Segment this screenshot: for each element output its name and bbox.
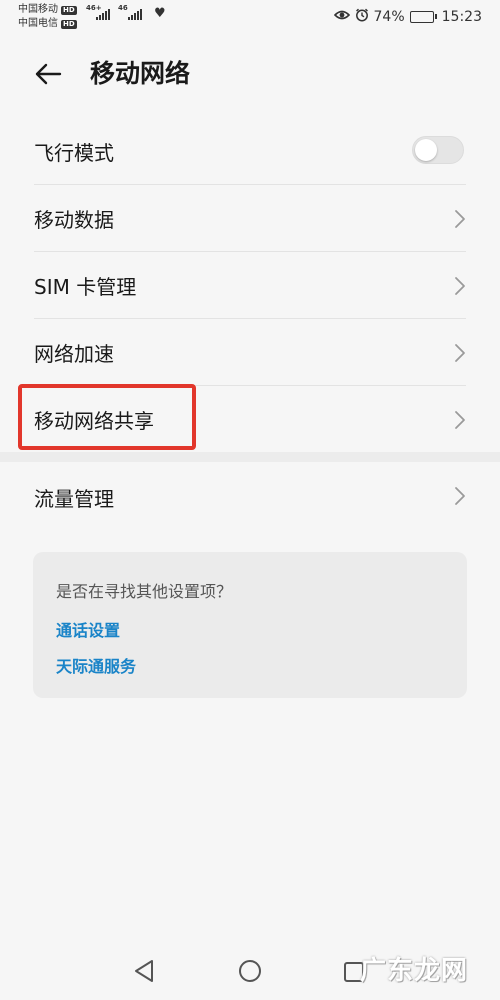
row-tethering[interactable]: 移动网络共享 — [0, 386, 500, 453]
app-header: 移动网络 — [0, 44, 500, 104]
settings-list: 飞行模式 移动数据 SIM 卡管理 网络加速 移动网络共享 — [0, 118, 500, 453]
circle-home-icon — [239, 960, 261, 982]
row-label: 流量管理 — [34, 486, 114, 511]
battery-icon — [409, 10, 437, 23]
hd-badge-1: HD — [61, 5, 77, 15]
row-mobile-data[interactable]: 移动数据 — [0, 185, 500, 252]
screen: 中国移动 HD 中国电信 HD 46+ 46 ♥ 74% 15:23 移动网络 … — [0, 0, 500, 1000]
back-button[interactable] — [30, 58, 66, 90]
clock-time: 15:23 — [441, 8, 482, 25]
carrier-row-1: 中国移动 HD — [18, 3, 77, 17]
alarm-icon — [355, 8, 369, 25]
nav-home-button[interactable] — [238, 959, 262, 987]
chevron-right-icon — [455, 487, 465, 505]
call-settings-link[interactable]: 通话设置 — [56, 617, 120, 641]
status-bar: 中国移动 HD 中国电信 HD 46+ 46 ♥ 74% 15:23 — [0, 0, 500, 36]
row-airplane-mode[interactable]: 飞行模式 — [0, 118, 500, 185]
row-label: SIM 卡管理 — [34, 275, 137, 299]
row-label: 移动数据 — [34, 208, 114, 232]
airplane-mode-toggle[interactable] — [412, 136, 464, 164]
eye-icon — [333, 9, 350, 24]
row-label: 网络加速 — [34, 342, 114, 366]
chevron-right-icon — [455, 210, 465, 228]
carrier-name-2: 中国电信 — [18, 18, 58, 29]
chevron-right-icon — [455, 411, 465, 429]
suggestion-card: 是否在寻找其他设置项？ 通话设置 天际通服务 — [33, 552, 467, 698]
page-title: 移动网络 — [90, 59, 191, 88]
skytone-service-link[interactable]: 天际通服务 — [56, 653, 136, 677]
network-type-label: 46+ — [86, 4, 102, 12]
battery-percent: 74% — [373, 8, 405, 25]
status-right: 74% 15:23 — [333, 8, 482, 25]
signal-strength-icon-2: 46 — [118, 4, 142, 20]
hd-badge-2: HD — [61, 19, 77, 29]
heart-icon: ♥ — [154, 6, 166, 21]
chevron-right-icon — [455, 277, 465, 295]
row-sim-management[interactable]: SIM 卡管理 — [0, 252, 500, 319]
row-label: 飞行模式 — [34, 141, 114, 165]
toggle-knob — [415, 139, 437, 161]
carrier-row-2: 中国电信 HD — [18, 17, 77, 31]
watermark-text: 广东龙网 — [360, 956, 469, 986]
row-label: 移动网络共享 — [34, 409, 154, 433]
triangle-back-icon — [135, 960, 153, 982]
carrier-info: 中国移动 HD 中国电信 HD — [18, 3, 77, 31]
signal-strength-icon: 46+ — [86, 4, 110, 20]
carrier-name-1: 中国移动 — [18, 4, 58, 15]
signal-group: 46+ 46 ♥ — [86, 4, 166, 21]
arrow-left-icon — [35, 63, 62, 85]
row-data-usage[interactable]: 流量管理 — [0, 462, 500, 532]
chevron-right-icon — [455, 344, 465, 362]
network-type-label-2: 46 — [118, 4, 128, 12]
nav-back-button[interactable] — [133, 959, 155, 987]
row-network-acceleration[interactable]: 网络加速 — [0, 319, 500, 386]
section-divider — [0, 452, 500, 462]
suggestion-question: 是否在寻找其他设置项？ — [56, 582, 233, 601]
